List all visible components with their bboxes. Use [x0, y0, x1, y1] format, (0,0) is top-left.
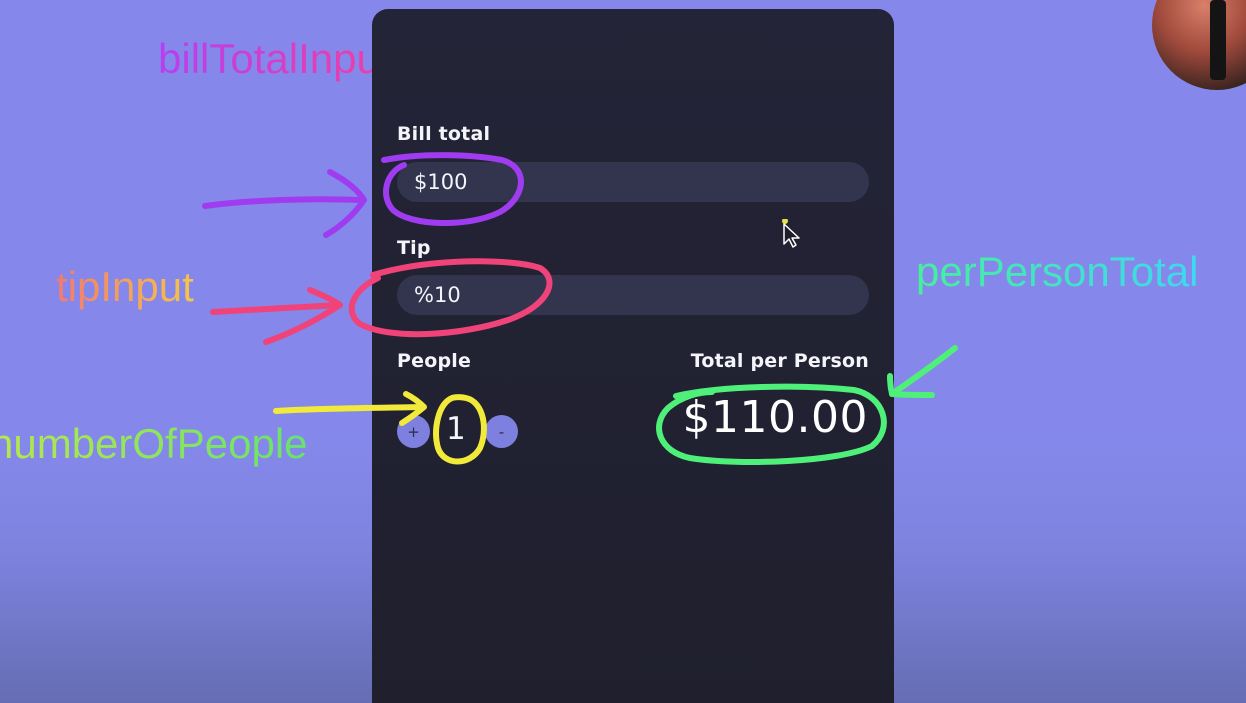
increment-people-button[interactable]: +	[397, 415, 430, 448]
number-of-people: 1	[446, 411, 466, 447]
tip-input[interactable]	[414, 283, 869, 307]
per-person-total: $110.00	[682, 392, 868, 443]
annotation-tip-input: tipInput	[56, 263, 194, 310]
decrement-people-button[interactable]: -	[485, 415, 518, 448]
tip-label: Tip	[397, 237, 431, 259]
mouse-cursor-icon	[782, 219, 800, 248]
people-label: People	[397, 350, 472, 372]
total-per-person-label: Total per Person	[690, 350, 869, 372]
bill-total-field[interactable]	[397, 162, 869, 202]
annotation-number-of-people: numberOfPeople	[0, 420, 308, 468]
annotation-per-person-total: perPersonTotal	[916, 248, 1199, 295]
webcam-avatar	[1152, 0, 1246, 90]
tip-field[interactable]	[397, 275, 869, 315]
bill-total-input[interactable]	[414, 170, 869, 194]
microphone-icon	[1210, 0, 1226, 80]
bill-total-label: Bill total	[397, 123, 491, 145]
annotation-bill-total-input: billTotalInput	[158, 35, 392, 82]
tip-calculator-card: Bill total Tip People Total per Person +…	[372, 9, 894, 703]
